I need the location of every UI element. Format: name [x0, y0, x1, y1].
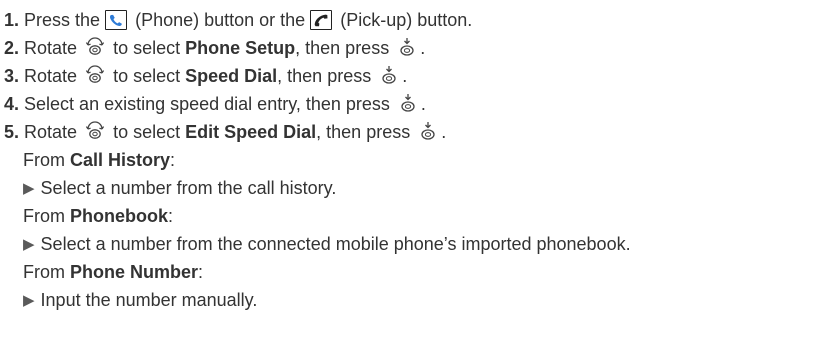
- interface-dial-press-icon: [398, 93, 418, 113]
- option-from-label: From: [23, 150, 70, 170]
- option-action-text: Select a number from the call history.: [40, 178, 337, 198]
- option-source: Phone Number: [70, 262, 199, 282]
- step-5: 5. Rotate to select Edit Speed Dial, the…: [4, 118, 828, 146]
- interface-dial-press-icon: [379, 65, 399, 85]
- interface-dial-rotate-icon: [85, 121, 105, 141]
- step-text: (Phone) button or the: [130, 10, 311, 30]
- step-text: , then press: [277, 66, 377, 86]
- step-text: .: [420, 94, 426, 114]
- interface-dial-press-icon: [418, 121, 438, 141]
- step-text: (Pick-up) button.: [335, 10, 473, 30]
- interface-dial-press-icon: [397, 37, 417, 57]
- step-text: Select an existing speed dial entry, the…: [24, 94, 395, 114]
- step-number: 4.: [4, 94, 20, 114]
- option-source: Call History: [70, 150, 171, 170]
- option-colon: :: [170, 150, 176, 170]
- menu-item-phone-setup: Phone Setup: [185, 38, 296, 58]
- step-text: Press the: [24, 10, 106, 30]
- triangle-bullet-icon: ▶: [23, 236, 35, 253]
- option-colon: :: [168, 206, 174, 226]
- menu-item-edit-speed-dial: Edit Speed Dial: [185, 122, 317, 142]
- option-action-text: Select a number from the connected mobil…: [40, 234, 631, 254]
- option-from-label: From: [23, 262, 70, 282]
- step-4: 4. Select an existing speed dial entry, …: [4, 90, 828, 118]
- menu-item-speed-dial: Speed Dial: [185, 66, 278, 86]
- option-action-phonebook: ▶ Select a number from the connected mobi…: [4, 230, 828, 258]
- option-heading-phonebook: From Phonebook:: [4, 202, 828, 230]
- step-text: to select: [108, 38, 186, 58]
- option-source: Phonebook: [70, 206, 168, 226]
- option-action-call-history: ▶ Select a number from the call history.: [4, 174, 828, 202]
- step-text: to select: [108, 66, 186, 86]
- step-text: .: [420, 38, 426, 58]
- step-2: 2. Rotate to select Phone Setup, then pr…: [4, 34, 828, 62]
- option-heading-call-history: From Call History:: [4, 146, 828, 174]
- step-number: 3.: [4, 66, 20, 86]
- step-text: .: [441, 122, 447, 142]
- step-text: Rotate: [24, 38, 83, 58]
- step-text: to select: [108, 122, 186, 142]
- step-text: .: [402, 66, 408, 86]
- interface-dial-rotate-icon: [85, 37, 105, 57]
- phone-button-icon: [105, 10, 128, 30]
- instructions: 1. Press the (Phone) button or the (Pick…: [4, 6, 828, 314]
- option-action-text: Input the number manually.: [40, 290, 258, 310]
- step-text: , then press: [295, 38, 395, 58]
- step-text: , then press: [316, 122, 416, 142]
- interface-dial-rotate-icon: [85, 65, 105, 85]
- pickup-button-icon: [310, 10, 333, 30]
- step-text: Rotate: [24, 122, 83, 142]
- option-from-label: From: [23, 206, 70, 226]
- step-text: Rotate: [24, 66, 83, 86]
- step-number: 2.: [4, 38, 20, 58]
- step-1: 1. Press the (Phone) button or the (Pick…: [4, 6, 828, 34]
- step-number: 1.: [4, 10, 20, 30]
- step-number: 5.: [4, 122, 20, 142]
- step-3: 3. Rotate to select Speed Dial, then pre…: [4, 62, 828, 90]
- option-colon: :: [198, 262, 204, 282]
- option-action-phone-number: ▶ Input the number manually.: [4, 286, 828, 314]
- option-heading-phone-number: From Phone Number:: [4, 258, 828, 286]
- triangle-bullet-icon: ▶: [23, 180, 35, 197]
- triangle-bullet-icon: ▶: [23, 292, 35, 309]
